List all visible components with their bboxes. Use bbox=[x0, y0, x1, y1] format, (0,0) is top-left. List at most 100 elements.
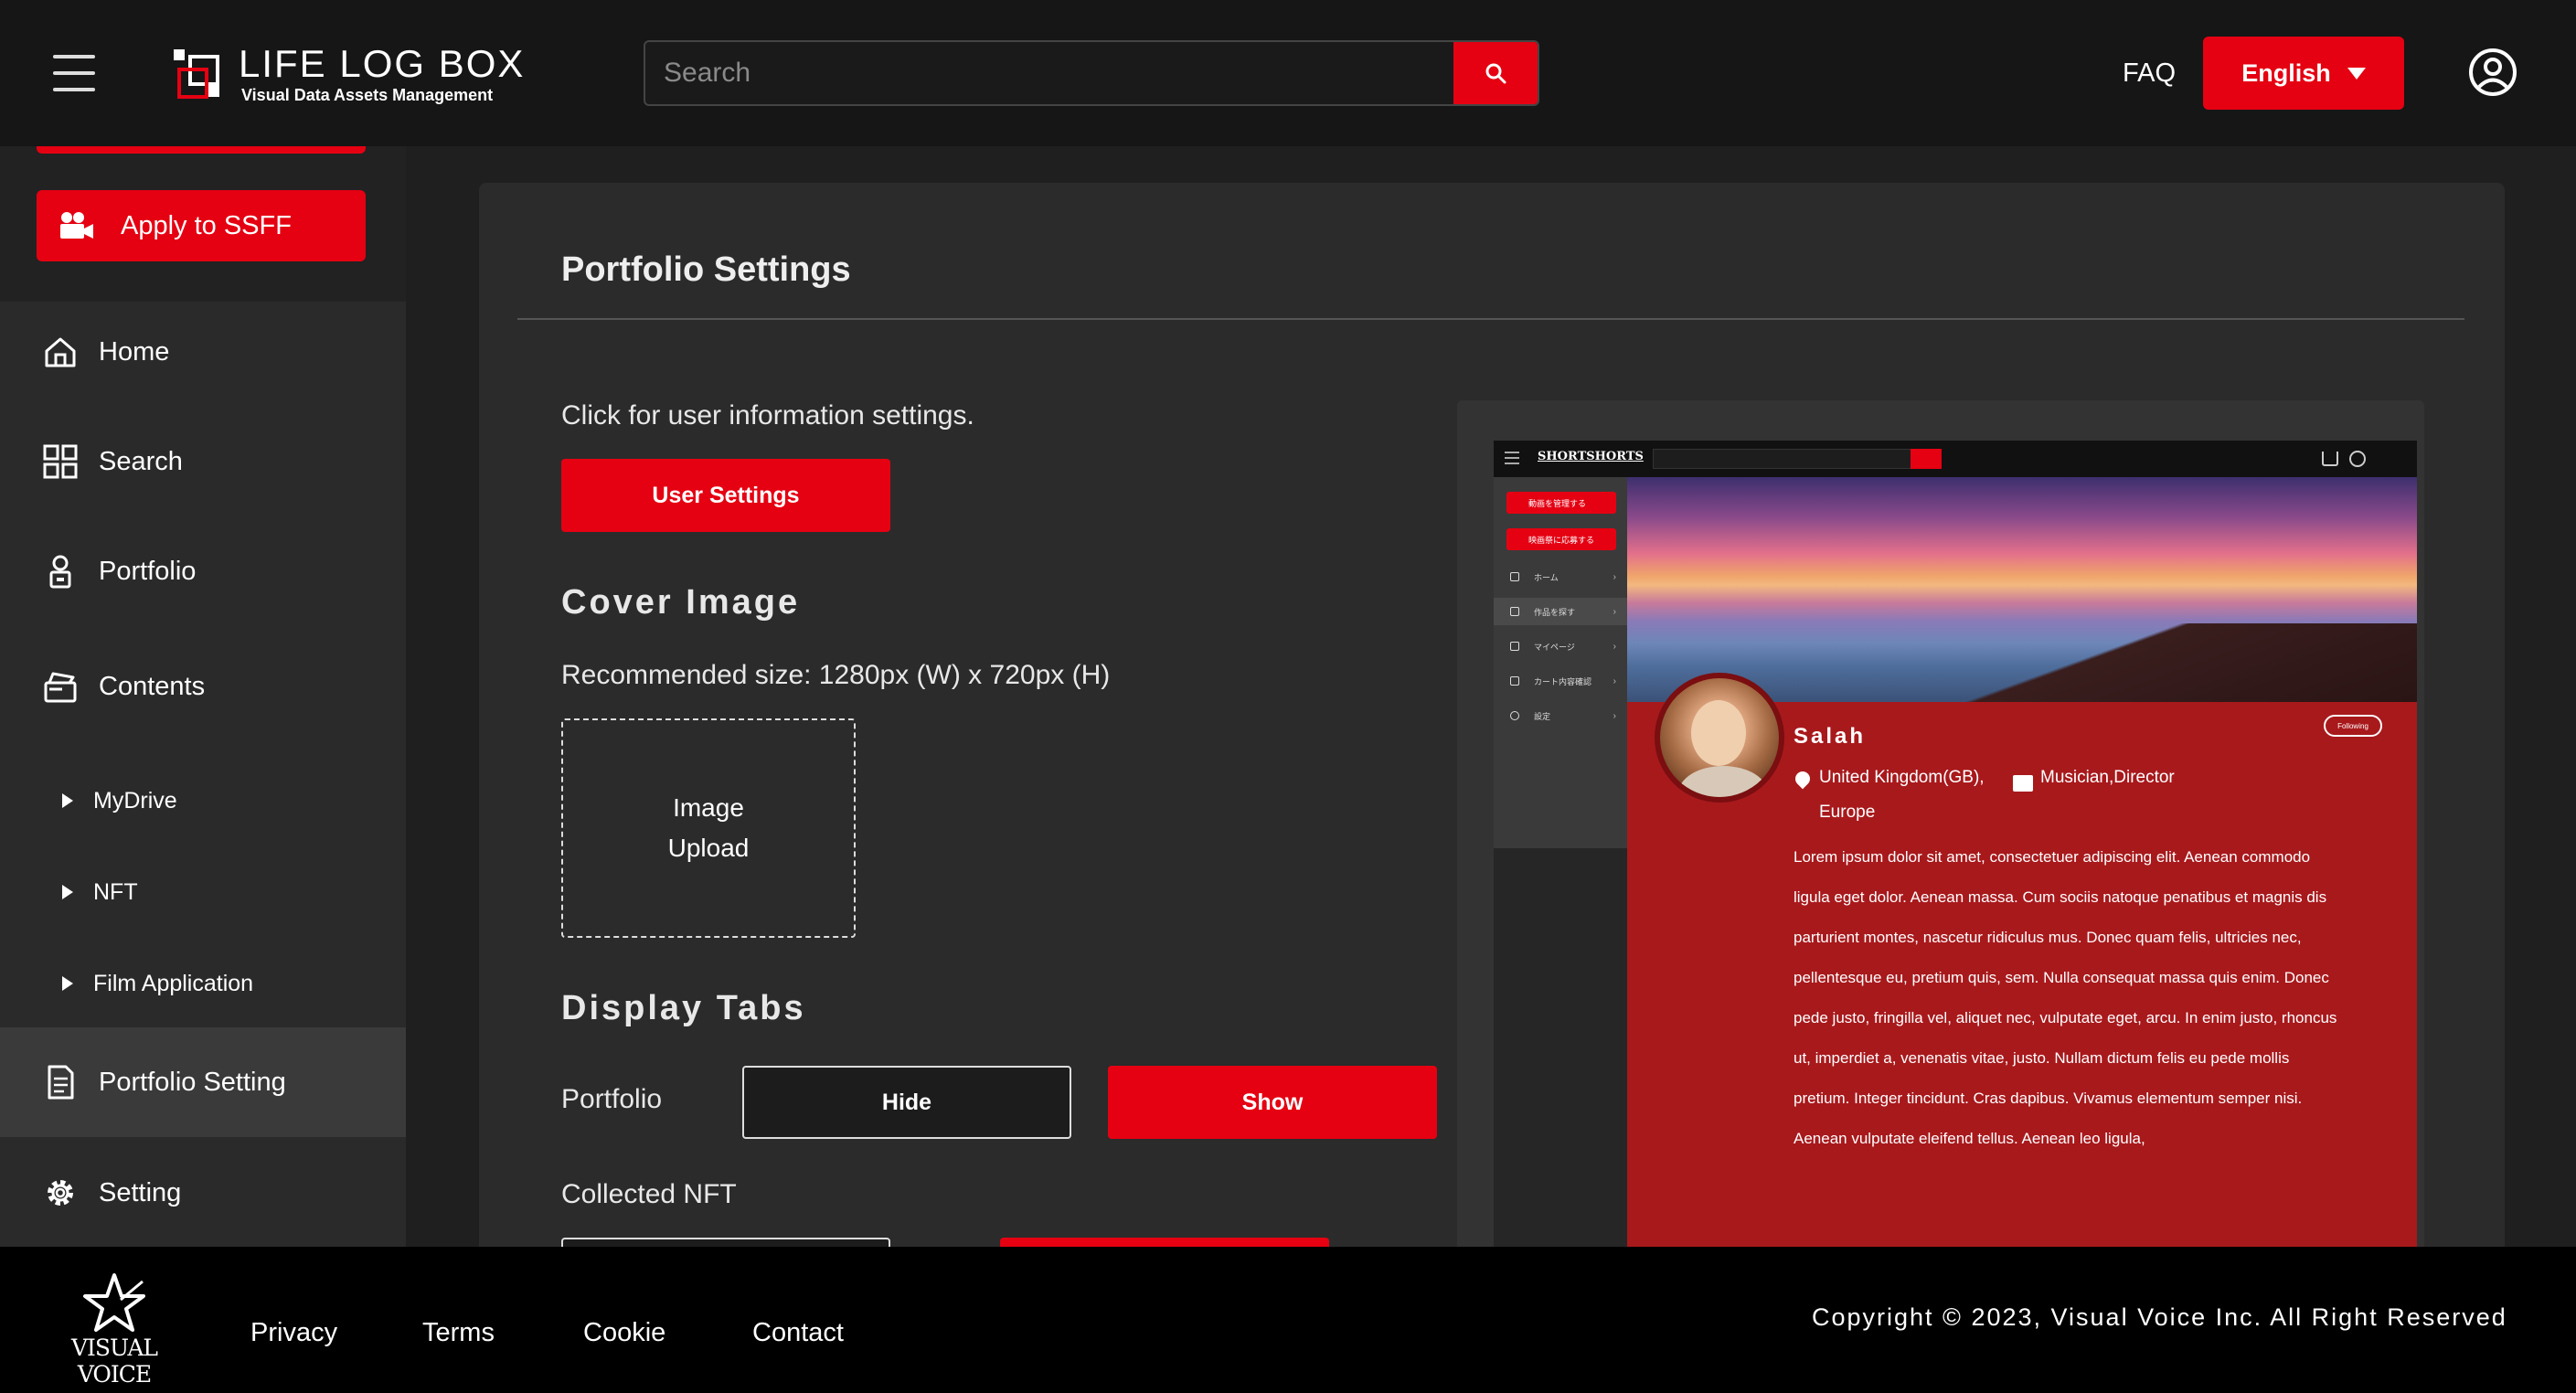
sidebar-subitem-nft[interactable]: NFT bbox=[0, 856, 406, 929]
gear-icon bbox=[48, 1180, 73, 1206]
sidebar-subitem-label: MyDrive bbox=[93, 787, 177, 813]
manage-videos-button[interactable] bbox=[37, 146, 366, 154]
user-account-icon[interactable] bbox=[2468, 48, 2517, 97]
preview-profile-name: Salah bbox=[1794, 724, 1867, 749]
tab-setting-label: Portfolio bbox=[561, 1084, 663, 1114]
image-upload-dropzone[interactable]: Image Upload bbox=[561, 718, 856, 938]
preview-user-icon bbox=[2349, 451, 2366, 467]
home-icon bbox=[45, 337, 76, 367]
footer: VISUAL VOICE Privacy Terms Cookie Contac… bbox=[0, 1247, 2576, 1393]
preview-person-icon bbox=[1510, 642, 1519, 651]
app-logo[interactable]: LIFE LOG BOX Visual Data Assets Manageme… bbox=[172, 42, 523, 110]
preview-chevron-right-icon: › bbox=[1613, 641, 1616, 652]
sidebar-item-portfolio[interactable]: Portfolio bbox=[0, 521, 406, 622]
hamburger-menu-icon[interactable] bbox=[53, 53, 95, 93]
portfolio-show-button[interactable]: Show bbox=[1108, 1066, 1437, 1139]
preview-sidebar-button: 動画を管理する bbox=[1506, 492, 1616, 514]
sidebar-item-portfolio-setting[interactable]: Portfolio Setting bbox=[0, 1027, 406, 1137]
sidebar: Apply to SSFF Home Search Portfolio Cont… bbox=[0, 146, 406, 1247]
logo-title: LIFE LOG BOX bbox=[239, 42, 526, 85]
visual-voice-logo[interactable]: VISUAL VOICE bbox=[55, 1272, 174, 1388]
sidebar-subitem-film-application[interactable]: Film Application bbox=[0, 947, 406, 1020]
sidebar-item-label: Contents bbox=[99, 671, 206, 701]
footer-link-terms[interactable]: Terms bbox=[422, 1318, 495, 1348]
search-icon bbox=[1485, 63, 1506, 84]
page-title: Portfolio Settings bbox=[561, 250, 851, 289]
apply-ssff-button[interactable]: Apply to SSFF bbox=[37, 190, 366, 261]
preview-nav-item: 設定 › bbox=[1494, 702, 1627, 729]
preview-role: Musician,Director bbox=[2040, 768, 2175, 787]
language-label: English bbox=[2241, 58, 2331, 87]
preview-nav-label: カート内容確認 bbox=[1534, 676, 1592, 686]
contents-icon bbox=[44, 672, 77, 703]
preview-nav-item: カート内容確認 › bbox=[1494, 667, 1627, 695]
portfolio-hide-button[interactable]: Hide bbox=[742, 1066, 1071, 1139]
faq-link[interactable]: FAQ bbox=[2123, 58, 2176, 89]
preview-cart-icon bbox=[2322, 452, 2338, 466]
clapperboard-icon bbox=[2013, 775, 2033, 792]
document-icon bbox=[48, 1065, 74, 1100]
search-button[interactable] bbox=[1453, 42, 1538, 104]
language-dropdown[interactable]: English bbox=[2203, 37, 2404, 110]
preview-nav-label: 設定 bbox=[1534, 711, 1551, 721]
upload-label-line2: Upload bbox=[667, 834, 750, 862]
footer-link-privacy[interactable]: Privacy bbox=[250, 1318, 337, 1348]
recommended-size-text: Recommended size: 1280px (W) x 720px (H) bbox=[561, 660, 1111, 690]
tab-setting-label: Collected NFT bbox=[561, 1179, 737, 1209]
apply-ssff-label: Apply to SSFF bbox=[121, 210, 292, 240]
sidebar-actions: Apply to SSFF bbox=[0, 146, 406, 302]
preview-avatar bbox=[1655, 673, 1784, 803]
sidebar-item-label: Setting bbox=[99, 1177, 182, 1207]
preview-nav-label: ホーム bbox=[1534, 572, 1559, 582]
sidebar-item-setting[interactable]: Setting bbox=[0, 1143, 406, 1243]
sidebar-item-label: Search bbox=[99, 446, 183, 476]
sidebar-subitem-label: NFT bbox=[93, 878, 138, 905]
caret-right-icon bbox=[62, 885, 73, 899]
preview-nav-item: ホーム › bbox=[1494, 563, 1627, 590]
upload-label-line1: Image bbox=[673, 793, 744, 822]
sidebar-item-search[interactable]: Search bbox=[0, 411, 406, 512]
preview-logo: SHORTSHORTS bbox=[1538, 450, 1644, 463]
preview-chevron-right-icon: › bbox=[1613, 571, 1616, 582]
preview-nav-item: マイページ › bbox=[1494, 633, 1627, 660]
search-bar bbox=[644, 40, 1539, 106]
preview-nav-item: 作品を探す › bbox=[1494, 598, 1627, 625]
caret-right-icon bbox=[62, 976, 73, 991]
star-logo-icon bbox=[83, 1273, 145, 1332]
search-input[interactable] bbox=[664, 42, 1450, 104]
preview-location-country: United Kingdom(GB), bbox=[1819, 768, 1985, 787]
preview-hamburger-icon bbox=[1505, 452, 1519, 464]
preview-person-icon bbox=[1510, 676, 1519, 686]
preview-follow-button: Following bbox=[2324, 715, 2382, 737]
preview-search-input bbox=[1653, 449, 1940, 469]
preview-gear-icon bbox=[1510, 711, 1519, 720]
sidebar-item-label: Portfolio bbox=[99, 556, 197, 586]
preview-chevron-right-icon: › bbox=[1613, 675, 1616, 686]
user-settings-button[interactable]: User Settings bbox=[561, 459, 890, 532]
portfolio-preview-panel: SHORTSHORTS 動画を管理する 映画祭に応募する ホーム › 作品を探す ›… bbox=[1457, 400, 2424, 1296]
preview-header: SHORTSHORTS bbox=[1494, 441, 2417, 477]
caret-right-icon bbox=[62, 793, 73, 808]
video-camera-icon bbox=[60, 212, 93, 239]
preview-chevron-right-icon: › bbox=[1613, 710, 1616, 721]
preview-screenshot: SHORTSHORTS 動画を管理する 映画祭に応募する ホーム › 作品を探す ›… bbox=[1494, 441, 2417, 1296]
footer-link-contact[interactable]: Contact bbox=[752, 1318, 844, 1348]
preview-location-region: Europe bbox=[1819, 803, 1876, 822]
top-header: LIFE LOG BOX Visual Data Assets Manageme… bbox=[0, 0, 2576, 146]
preview-chevron-right-icon: › bbox=[1613, 606, 1616, 617]
user-info-hint: Click for user information settings. bbox=[561, 400, 974, 431]
portfolio-icon bbox=[49, 555, 71, 589]
sidebar-item-home[interactable]: Home bbox=[0, 302, 406, 402]
preview-nav-label: マイページ bbox=[1534, 642, 1575, 652]
sidebar-subitem-mydrive[interactable]: MyDrive bbox=[0, 764, 406, 837]
cover-image-heading: Cover Image bbox=[561, 583, 801, 622]
copyright-text: Copyright © 2023, Visual Voice Inc. All … bbox=[1812, 1303, 2507, 1331]
display-tabs-heading: Display Tabs bbox=[561, 989, 806, 1027]
preview-location: United Kingdom(GB), Europe bbox=[1819, 760, 1985, 830]
grid-icon bbox=[43, 444, 78, 479]
sidebar-item-contents[interactable]: Contents bbox=[0, 636, 406, 737]
footer-link-cookie[interactable]: Cookie bbox=[583, 1318, 665, 1348]
preview-sidebar-button: 映画祭に応募する bbox=[1506, 528, 1616, 550]
preview-sidebar: 動画を管理する 映画祭に応募する ホーム › 作品を探す › マイページ › カート内… bbox=[1494, 477, 1627, 848]
preview-nav-label: 作品を探す bbox=[1534, 607, 1576, 617]
